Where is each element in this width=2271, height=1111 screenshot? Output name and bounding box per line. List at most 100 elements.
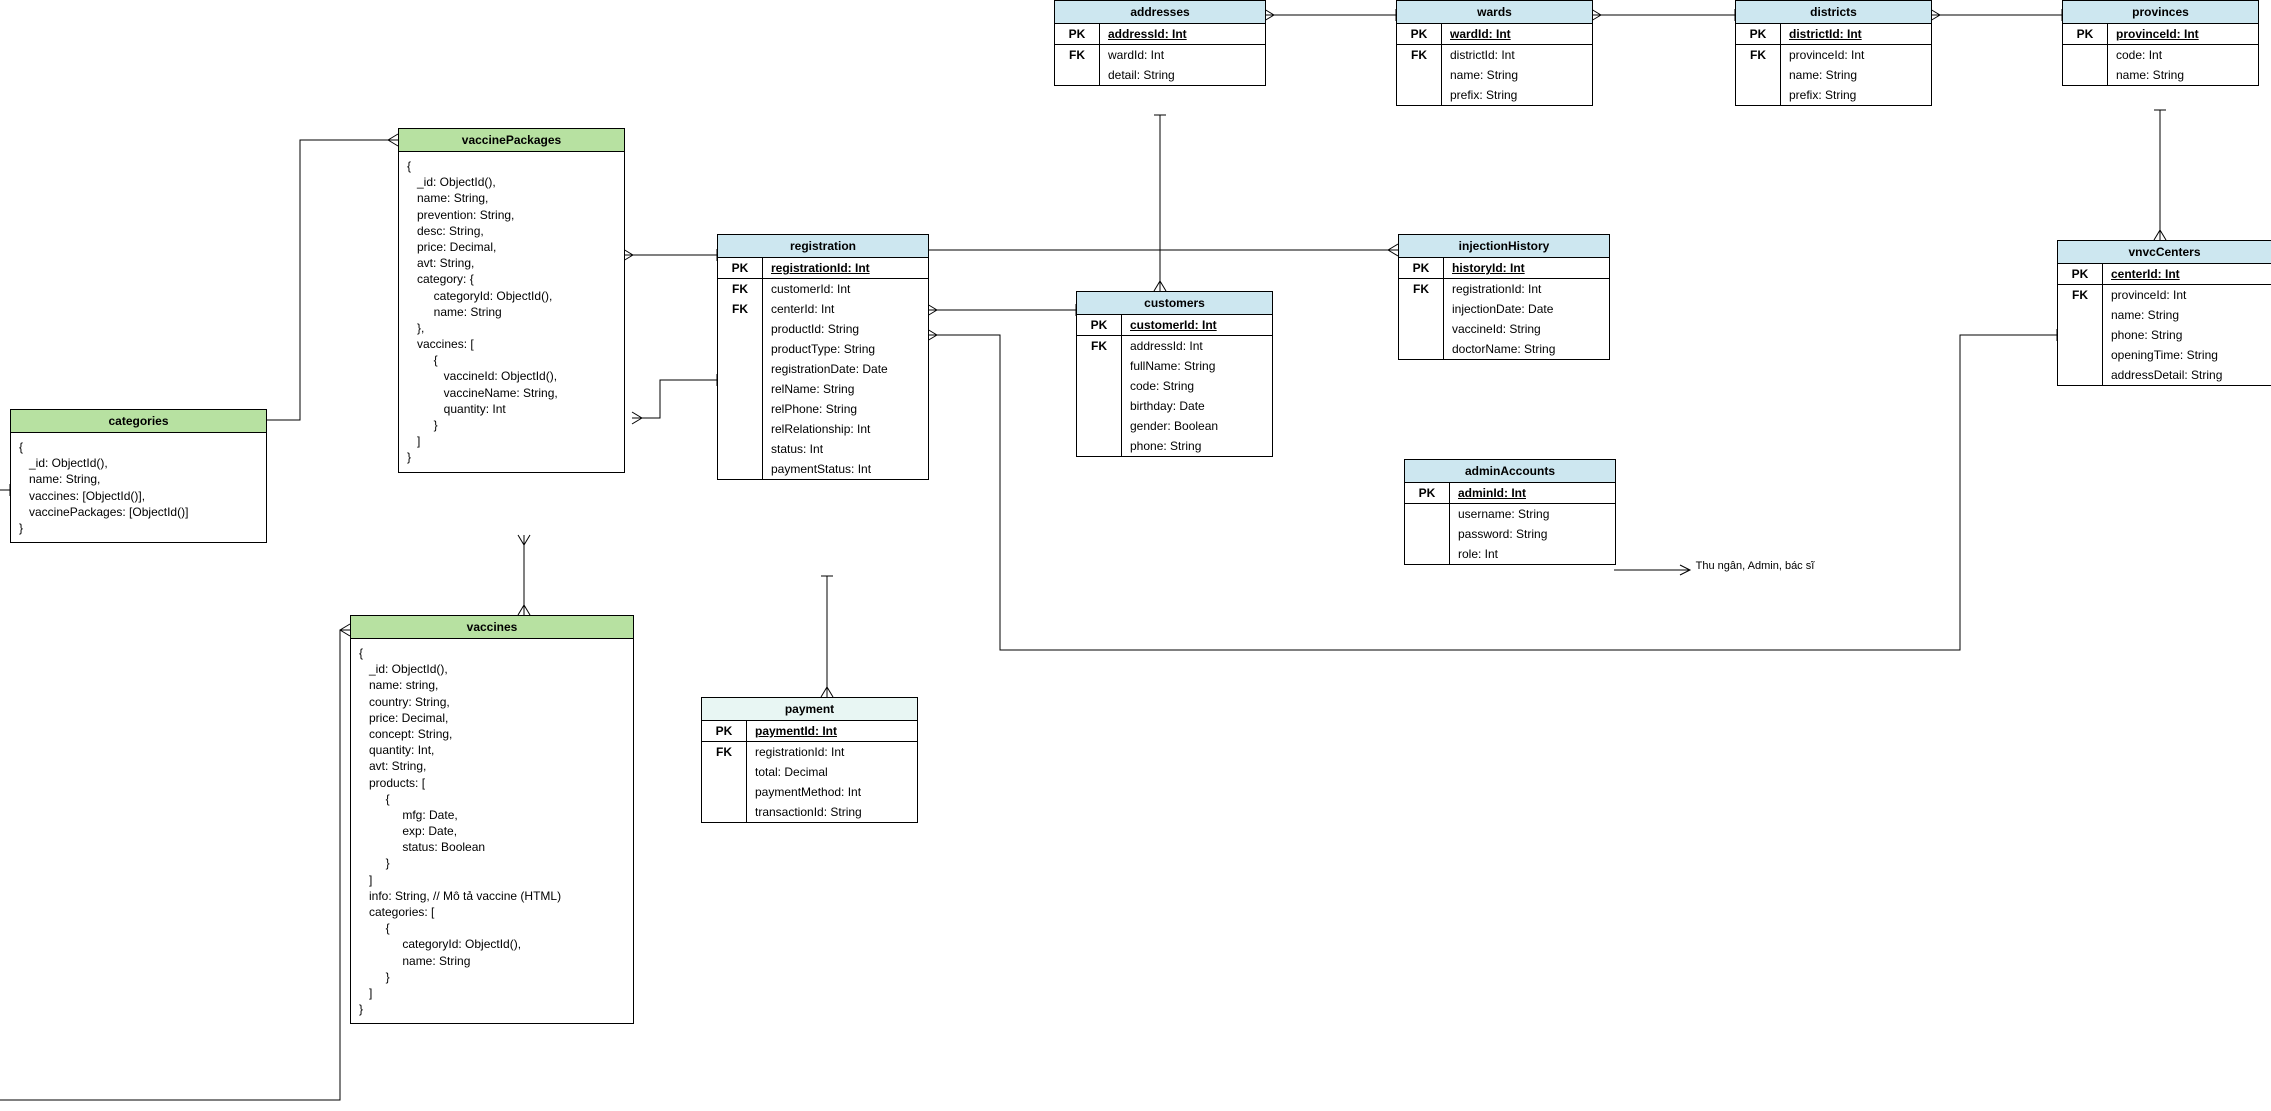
field-cell: phone: String xyxy=(1122,436,1273,456)
entity-vaccinePackages: vaccinePackages { _id: ObjectId(), name:… xyxy=(398,128,625,473)
pk-row: PKprovinceId: Int xyxy=(2063,24,2258,45)
key-cell: PK xyxy=(2063,24,2108,45)
entity-customers: customersPKcustomerId: IntFKaddressId: I… xyxy=(1076,291,1273,457)
field-row: birthday: Date xyxy=(1077,396,1272,416)
key-cell xyxy=(1077,396,1122,416)
field-cell: gender: Boolean xyxy=(1122,416,1273,436)
entity-title: registration xyxy=(718,235,928,258)
key-cell xyxy=(1077,416,1122,436)
field-cell: addressId: Int xyxy=(1122,336,1273,357)
key-cell: PK xyxy=(702,721,747,742)
key-cell xyxy=(2058,345,2103,365)
entity-table: PKaddressId: IntFKwardId: Intdetail: Str… xyxy=(1055,24,1265,85)
key-cell: PK xyxy=(2058,264,2103,285)
field-row: name: String xyxy=(1397,65,1592,85)
entity-title: districts xyxy=(1736,1,1931,24)
field-cell: total: Decimal xyxy=(747,762,918,782)
entity-title: provinces xyxy=(2063,1,2258,24)
field-row: transactionId: String xyxy=(702,802,917,822)
field-cell: addressDetail: String xyxy=(2103,365,2271,385)
field-cell: code: Int xyxy=(2108,45,2259,66)
key-cell xyxy=(1077,376,1122,396)
key-cell: FK xyxy=(718,279,763,300)
key-cell: PK xyxy=(1405,483,1450,504)
entity-wards: wardsPKwardId: IntFKdistrictId: Intname:… xyxy=(1396,0,1593,106)
entity-payment: paymentPKpaymentId: IntFKregistrationId:… xyxy=(701,697,918,823)
field-cell: code: String xyxy=(1122,376,1273,396)
erd-canvas: categories { _id: ObjectId(), name: Stri… xyxy=(0,0,2271,1111)
key-cell xyxy=(1399,339,1444,359)
pk-field: districtId: Int xyxy=(1781,24,1932,45)
field-cell: fullName: String xyxy=(1122,356,1273,376)
field-cell: prefix: String xyxy=(1442,85,1593,105)
field-row: gender: Boolean xyxy=(1077,416,1272,436)
pk-field: provinceId: Int xyxy=(2108,24,2259,45)
key-cell xyxy=(702,762,747,782)
field-row: paymentStatus: Int xyxy=(718,459,928,479)
field-cell: username: String xyxy=(1450,504,1616,525)
key-cell: FK xyxy=(1736,45,1781,66)
entity-categories: categories { _id: ObjectId(), name: Stri… xyxy=(10,409,267,543)
key-cell xyxy=(2058,325,2103,345)
key-cell xyxy=(718,319,763,339)
pk-row: PKregistrationId: Int xyxy=(718,258,928,279)
entity-table: PKhistoryId: IntFKregistrationId: Intinj… xyxy=(1399,258,1609,359)
field-row: phone: String xyxy=(1077,436,1272,456)
field-cell: registrationId: Int xyxy=(1444,279,1610,300)
entity-title: wards xyxy=(1397,1,1592,24)
key-cell: FK xyxy=(2058,285,2103,306)
key-cell: FK xyxy=(1397,45,1442,66)
field-row: relRelationship: Int xyxy=(718,419,928,439)
pk-row: PKpaymentId: Int xyxy=(702,721,917,742)
pk-row: PKcenterId: Int xyxy=(2058,264,2271,285)
entity-table: PKdistrictId: IntFKprovinceId: Intname: … xyxy=(1736,24,1931,105)
pk-row: PKhistoryId: Int xyxy=(1399,258,1609,279)
entity-vnvcCenters: vnvcCentersPKcenterId: IntFKprovinceId: … xyxy=(2057,240,2271,386)
field-row: FKregistrationId: Int xyxy=(702,742,917,763)
field-cell: name: String xyxy=(2103,305,2271,325)
field-cell: relPhone: String xyxy=(763,399,929,419)
key-cell xyxy=(1736,85,1781,105)
key-cell xyxy=(702,802,747,822)
key-cell xyxy=(1405,504,1450,525)
field-cell: phone: String xyxy=(2103,325,2271,345)
entity-addresses: addressesPKaddressId: IntFKwardId: Intde… xyxy=(1054,0,1266,86)
key-cell xyxy=(702,782,747,802)
field-cell: birthday: Date xyxy=(1122,396,1273,416)
key-cell xyxy=(718,459,763,479)
entity-table: PKprovinceId: Intcode: Intname: String xyxy=(2063,24,2258,85)
field-cell: productType: String xyxy=(763,339,929,359)
field-row: role: Int xyxy=(1405,544,1615,564)
field-row: doctorName: String xyxy=(1399,339,1609,359)
field-row: FKprovinceId: Int xyxy=(1736,45,1931,66)
field-cell: name: String xyxy=(1781,65,1932,85)
field-cell: relRelationship: Int xyxy=(763,419,929,439)
key-cell xyxy=(1405,524,1450,544)
entity-title: adminAccounts xyxy=(1405,460,1615,483)
field-row: FKcustomerId: Int xyxy=(718,279,928,300)
field-row: password: String xyxy=(1405,524,1615,544)
key-cell xyxy=(1397,65,1442,85)
entity-provinces: provincesPKprovinceId: Intcode: Intname:… xyxy=(2062,0,2259,86)
key-cell xyxy=(2063,45,2108,66)
key-cell: PK xyxy=(1055,24,1100,45)
field-row: relName: String xyxy=(718,379,928,399)
field-cell: name: String xyxy=(1442,65,1593,85)
field-row: fullName: String xyxy=(1077,356,1272,376)
field-cell: paymentMethod: Int xyxy=(747,782,918,802)
entity-districts: districtsPKdistrictId: IntFKprovinceId: … xyxy=(1735,0,1932,106)
pk-field: customerId: Int xyxy=(1122,315,1273,336)
entity-title: vnvcCenters xyxy=(2058,241,2271,264)
key-cell xyxy=(1736,65,1781,85)
field-cell: customerId: Int xyxy=(763,279,929,300)
pk-row: PKcustomerId: Int xyxy=(1077,315,1272,336)
field-row: code: String xyxy=(1077,376,1272,396)
pk-field: wardId: Int xyxy=(1442,24,1593,45)
key-cell xyxy=(718,419,763,439)
key-cell: FK xyxy=(702,742,747,763)
field-row: registrationDate: Date xyxy=(718,359,928,379)
entity-injectionHistory: injectionHistoryPKhistoryId: IntFKregist… xyxy=(1398,234,1610,360)
pk-field: addressId: Int xyxy=(1100,24,1266,45)
entity-table: PKregistrationId: IntFKcustomerId: IntFK… xyxy=(718,258,928,479)
field-row: addressDetail: String xyxy=(2058,365,2271,385)
